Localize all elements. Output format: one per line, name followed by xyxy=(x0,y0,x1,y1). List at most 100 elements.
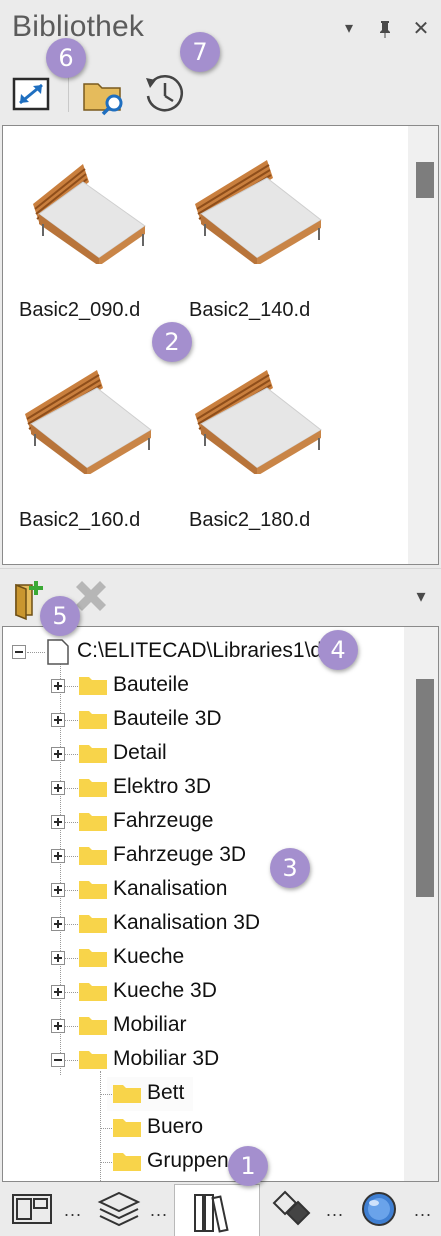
tree-item[interactable]: Kueche xyxy=(3,941,403,975)
tree-scrollbar[interactable] xyxy=(404,627,438,1181)
preview-item-label: Basic2_160.d xyxy=(19,509,141,531)
tree-item-label: Bauteile xyxy=(113,673,189,696)
annotation-badge: 6 xyxy=(46,38,86,78)
single-bed-thumbnail xyxy=(33,164,146,264)
globe-icon[interactable] xyxy=(356,1188,402,1230)
tree-child-item-selected[interactable]: Bett xyxy=(100,1077,193,1111)
tree-child-label: Gruppen xyxy=(147,1149,229,1172)
folder-icon xyxy=(79,847,107,865)
panel-dropdown-icon[interactable]: ▾ xyxy=(338,18,360,40)
double-bed-thumbnail xyxy=(25,370,152,474)
tree-item[interactable]: Fahrzeuge 3D xyxy=(3,839,403,873)
tree-item-label: Kueche 3D xyxy=(113,979,217,1002)
folder-icon xyxy=(79,779,107,797)
folder-icon xyxy=(79,983,107,1001)
expand-icon[interactable] xyxy=(51,747,65,761)
library-books-tab[interactable] xyxy=(174,1184,260,1236)
tree-item-label: Elektro 3D xyxy=(113,775,212,798)
tree-child-item[interactable]: Gruppen xyxy=(100,1145,307,1179)
close-icon[interactable]: ✕ xyxy=(410,18,432,40)
document-icon xyxy=(47,639,69,665)
tree-item-label: Kueche xyxy=(113,945,185,968)
history-clock-icon[interactable] xyxy=(142,70,188,116)
tree-item-label: Fahrzeuge xyxy=(113,809,214,832)
preview-item[interactable]: Basic2_090.d xyxy=(19,154,189,321)
tree-item[interactable]: Kanalisation 3D xyxy=(3,907,403,941)
tree-connector xyxy=(100,1094,112,1095)
tree-item[interactable]: Mobiliar xyxy=(3,1009,403,1043)
preview-item[interactable]: Basic2_140.d xyxy=(189,154,359,321)
tree-connector xyxy=(27,652,45,653)
expand-icon[interactable] xyxy=(51,951,65,965)
annotation-badge: 2 xyxy=(152,322,192,362)
tree-item-label: Fahrzeuge 3D xyxy=(113,843,247,866)
tree-child-label: Buero xyxy=(147,1115,204,1138)
more-tabs-dots[interactable]: ... xyxy=(150,1200,168,1221)
folder-icon xyxy=(79,1017,107,1035)
preview-item[interactable]: Basic2_180.d xyxy=(189,364,359,531)
layout-panels-icon[interactable] xyxy=(10,1188,54,1230)
folder-icon xyxy=(79,745,107,763)
tree-menu-arrow-icon[interactable]: ▾ xyxy=(410,585,432,607)
more-tabs-dots[interactable]: ... xyxy=(326,1200,344,1221)
preview-scrollbar[interactable] xyxy=(408,126,438,564)
folder-icon xyxy=(79,915,107,933)
expand-icon[interactable] xyxy=(51,1019,65,1033)
preview-scrollbar-thumb[interactable] xyxy=(416,162,434,198)
folder-icon xyxy=(79,813,107,831)
tree-item[interactable]: Bauteile 3D xyxy=(3,703,403,737)
tree-item[interactable]: Bauteile xyxy=(3,669,403,703)
tree-item-label: Detail xyxy=(113,741,167,764)
more-tabs-dots[interactable]: ... xyxy=(414,1200,432,1221)
expand-icon[interactable] xyxy=(51,985,65,999)
folder-icon xyxy=(79,1051,107,1069)
annotation-badge: 4 xyxy=(318,630,358,670)
pin-icon[interactable] xyxy=(374,18,396,40)
collapse-icon[interactable] xyxy=(12,645,26,659)
tree-child-item[interactable]: Buero xyxy=(100,1111,307,1145)
more-tabs-dots[interactable]: ... xyxy=(64,1200,82,1221)
expand-icon[interactable] xyxy=(51,883,65,897)
tree-item-label: Kanalisation xyxy=(113,877,228,900)
diamonds-icon[interactable] xyxy=(268,1188,314,1230)
tree-item[interactable]: Detail xyxy=(3,737,403,771)
tree-item[interactable]: Kanalisation xyxy=(3,873,403,907)
collapse-icon[interactable] xyxy=(51,1053,65,1067)
resize-view-icon[interactable] xyxy=(10,70,56,116)
preview-item-label: Basic2_090.d xyxy=(19,299,141,321)
expand-icon[interactable] xyxy=(51,815,65,829)
bottom-tab-bar: ... ... ... ... xyxy=(0,1182,441,1236)
annotation-badge: 5 xyxy=(40,596,80,636)
folder-icon xyxy=(113,1119,141,1137)
folder-icon xyxy=(79,711,107,729)
expand-icon[interactable] xyxy=(51,849,65,863)
tree-connector xyxy=(100,1162,112,1163)
preview-item-label: Basic2_140.d xyxy=(189,299,311,321)
tree-item[interactable]: Kueche 3D xyxy=(3,975,403,1009)
tree-item-expanded[interactable]: Mobiliar 3D xyxy=(3,1043,403,1077)
preview-item-label: Basic2_180.d xyxy=(189,509,311,531)
expand-icon[interactable] xyxy=(51,679,65,693)
folder-icon xyxy=(79,949,107,967)
tree-item-label: Mobiliar xyxy=(113,1013,187,1036)
expand-icon[interactable] xyxy=(51,713,65,727)
tree-connector xyxy=(100,1128,112,1129)
folder-search-icon[interactable] xyxy=(82,70,128,116)
expand-icon[interactable] xyxy=(51,781,65,795)
folder-tree[interactable]: C:\ELITECAD\Libraries1\de Bauteile Baute… xyxy=(2,626,439,1182)
library-books-icon xyxy=(194,1194,229,1233)
folder-icon xyxy=(79,881,107,899)
panel-title: Bibliothek xyxy=(12,10,145,43)
tree-item-label: Kanalisation 3D xyxy=(113,911,261,934)
layers-icon[interactable] xyxy=(96,1188,142,1230)
preview-item[interactable]: Basic2_160.d xyxy=(19,364,189,531)
tree-connector xyxy=(100,1071,101,1181)
tree-item[interactable]: Fahrzeuge xyxy=(3,805,403,839)
expand-icon[interactable] xyxy=(51,917,65,931)
tree-scrollbar-thumb[interactable] xyxy=(416,679,434,897)
preview-pane[interactable]: Basic2_090.d Basic2_140.d Basic2_160.d B… xyxy=(2,125,439,565)
folder-icon xyxy=(113,1085,141,1103)
tree-item[interactable]: Elektro 3D xyxy=(3,771,403,805)
tree-item-label: Mobiliar 3D xyxy=(113,1047,220,1070)
annotation-badge: 1 xyxy=(228,1146,268,1186)
